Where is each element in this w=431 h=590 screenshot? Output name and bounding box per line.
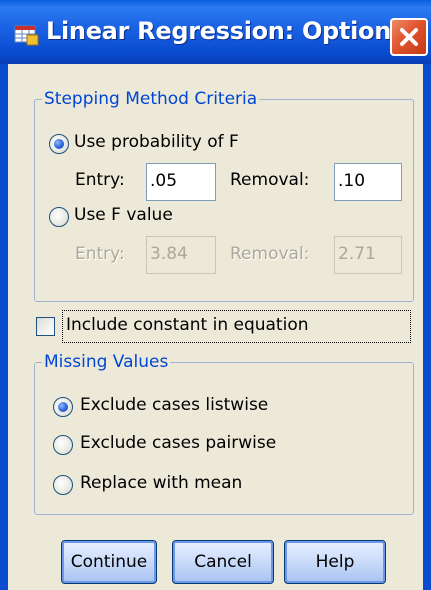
include-constant-checkbox[interactable] xyxy=(36,317,55,336)
window-border-right xyxy=(423,64,431,590)
help-button[interactable]: Help xyxy=(284,540,386,584)
include-constant-label[interactable]: Include constant in equation xyxy=(66,315,309,335)
use-probability-radio[interactable] xyxy=(49,134,69,154)
cancel-button[interactable]: Cancel xyxy=(172,540,274,584)
f-entry-input[interactable]: 3.84 xyxy=(146,236,216,274)
f-entry-label: Entry: xyxy=(75,244,125,264)
removal-input[interactable]: .10 xyxy=(334,163,402,201)
f-removal-label: Removal: xyxy=(230,244,310,264)
exclude-pairwise-label[interactable]: Exclude cases pairwise xyxy=(80,433,276,453)
missing-values-legend: Missing Values xyxy=(42,352,171,372)
replace-with-mean-radio[interactable] xyxy=(53,475,73,495)
f-removal-input[interactable]: 2.71 xyxy=(334,236,402,274)
title-bar[interactable]: Linear Regression: Options xyxy=(0,0,431,64)
close-icon xyxy=(400,28,418,46)
window-border-left xyxy=(0,64,8,590)
use-f-value-label[interactable]: Use F value xyxy=(74,205,173,225)
stepping-criteria-legend: Stepping Method Criteria xyxy=(42,89,260,109)
exclude-listwise-label[interactable]: Exclude cases listwise xyxy=(80,395,268,415)
removal-label: Removal: xyxy=(230,170,310,190)
entry-input[interactable]: .05 xyxy=(146,163,216,201)
use-probability-label[interactable]: Use probability of F xyxy=(74,132,239,152)
window-title: Linear Regression: Options xyxy=(46,17,405,45)
options-dialog: Linear Regression: Options Stepping Meth… xyxy=(0,0,431,590)
dialog-content: Stepping Method Criteria Use probability… xyxy=(8,64,423,590)
entry-label: Entry: xyxy=(75,170,125,190)
exclude-pairwise-radio[interactable] xyxy=(53,435,73,455)
replace-with-mean-label[interactable]: Replace with mean xyxy=(80,473,242,493)
use-f-value-radio[interactable] xyxy=(49,207,69,227)
continue-button[interactable]: Continue xyxy=(61,540,157,584)
app-icon xyxy=(14,25,39,46)
close-button[interactable] xyxy=(390,18,428,56)
exclude-listwise-radio[interactable] xyxy=(53,397,73,417)
